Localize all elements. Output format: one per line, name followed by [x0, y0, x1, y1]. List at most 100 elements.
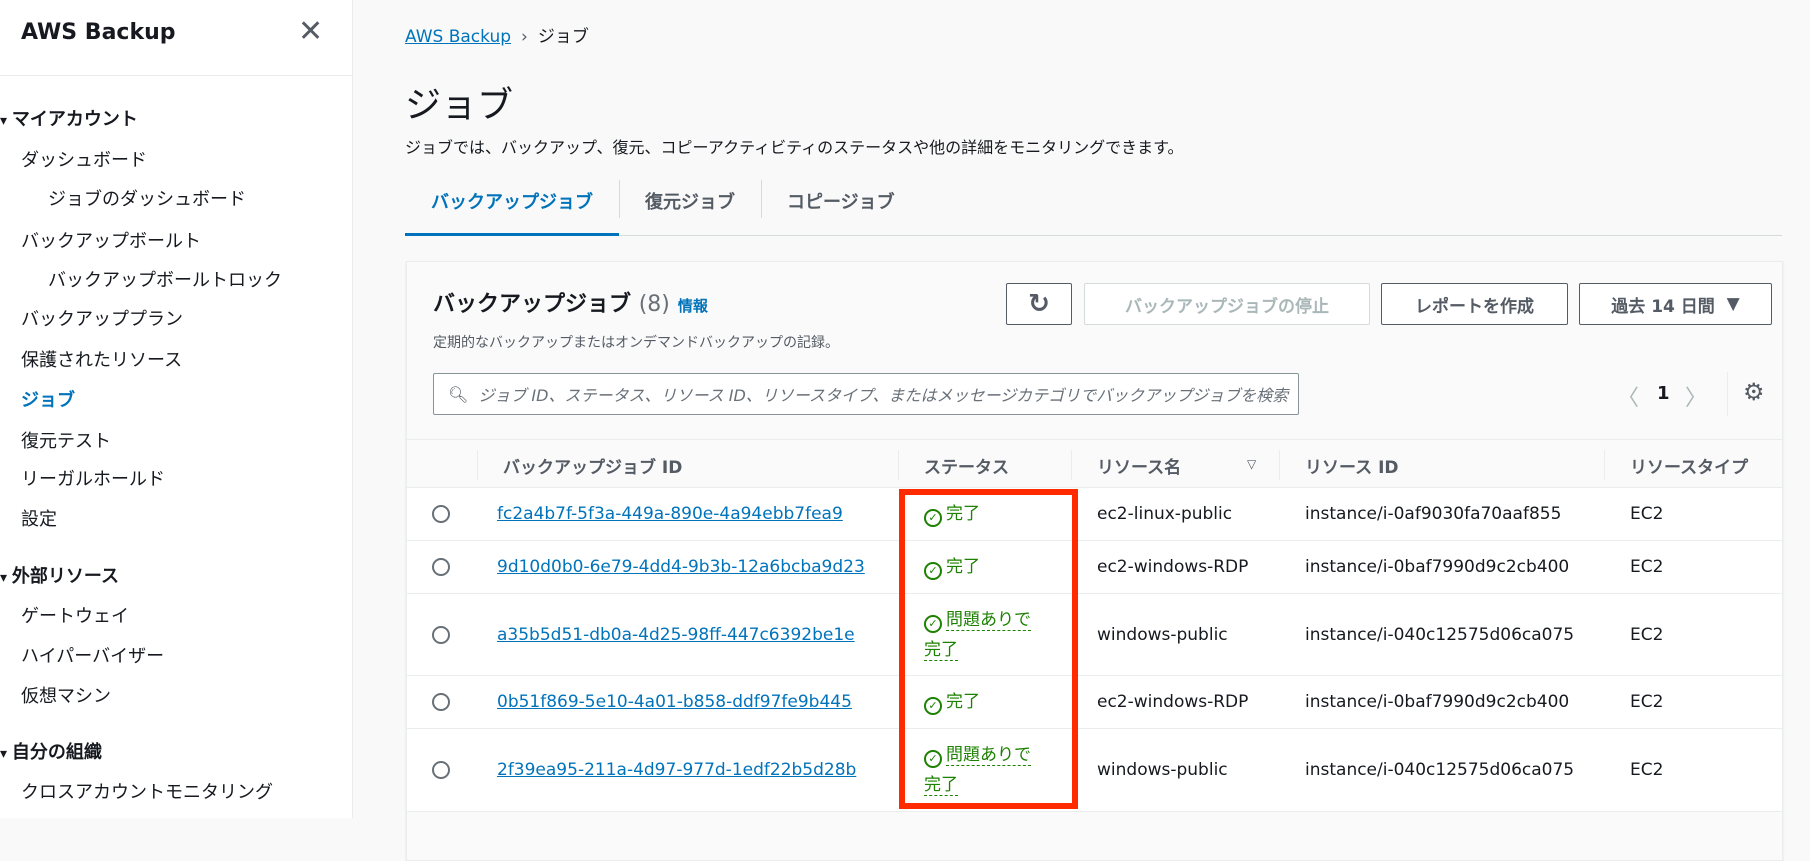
check-circle-icon: ✓ — [924, 750, 942, 768]
caret-down-icon: ▾ — [0, 746, 12, 763]
main-content: AWS Backup › ジョブ ジョブ ジョブでは、バックアップ、復元、コピーアク… — [353, 0, 1810, 861]
job-id-link[interactable]: a35b5d51-db0a-4d25-98ff-447c6392be1e — [497, 625, 855, 645]
column-header-resource-id[interactable]: リソース ID — [1305, 453, 1399, 478]
column-divider — [1071, 450, 1072, 480]
date-range-value: 過去 14 日間 — [1611, 296, 1715, 317]
sidebar-item-label: 自分の組織 — [11, 742, 102, 764]
sidebar-item-label: 設定 — [21, 508, 57, 530]
sidebar-item-label: 保護されたリソース — [21, 349, 183, 371]
job-id-link[interactable]: 0b51f869-5e10-4a01-b858-ddf97fe9b445 — [497, 692, 852, 712]
sidebar-item[interactable]: バックアッププラン — [21, 305, 183, 331]
caret-down-icon: ▾ — [0, 112, 12, 129]
resource-name: windows-public — [1097, 624, 1228, 645]
settings-gear-icon[interactable]: ⚙ — [1743, 378, 1765, 406]
sidebar-item[interactable]: バックアップボールト — [21, 227, 201, 253]
row-select-radio[interactable] — [432, 558, 450, 576]
sidebar-item-label: クロスアカウントモニタリング — [21, 782, 273, 804]
column-header-resource-name[interactable]: リソース名 — [1097, 453, 1181, 478]
table-row[interactable]: 2f39ea95-211a-4d97-977d-1edf22b5d28b ✓ 問題… — [407, 729, 1782, 812]
sidebar-section[interactable]: ▾ マイアカウント — [0, 105, 138, 131]
refresh-button[interactable]: ↻ — [1006, 283, 1072, 325]
sidebar-item-label: ハイパーバイザー — [21, 646, 165, 668]
sidebar-item[interactable]: 仮想マシン — [21, 682, 111, 708]
caret-down-icon: ▾ — [0, 569, 12, 586]
row-select-radio[interactable] — [432, 761, 450, 779]
resource-id: instance/i-0baf7990d9c2cb400 — [1305, 692, 1570, 712]
resource-name: ec2-windows-RDP — [1097, 692, 1249, 712]
next-page-icon[interactable]: 〉 — [1685, 380, 1707, 412]
resource-type: EC2 — [1630, 760, 1664, 780]
status-text: 完了 — [946, 504, 980, 524]
search-input[interactable]: 🔍︎ ジョブ ID、ステータス、リソース ID、リソースタイプ、またはメッセージカ… — [433, 373, 1299, 415]
sidebar-item[interactable]: ダッシュボード — [21, 146, 147, 172]
close-icon[interactable]: ✕ — [298, 14, 323, 49]
tab-restore-jobs[interactable]: 復元ジョブ — [619, 178, 761, 236]
create-report-button[interactable]: レポートを作成 — [1381, 283, 1568, 325]
column-header-status[interactable]: ステータス — [924, 453, 1009, 478]
breadcrumb: AWS Backup › ジョブ — [405, 22, 589, 47]
status-text: 完了 — [946, 692, 980, 712]
check-circle-icon: ✓ — [924, 614, 942, 633]
job-id-link[interactable]: 2f39ea95-211a-4d97-977d-1edf22b5d28b — [497, 760, 856, 780]
resource-type: EC2 — [1630, 504, 1664, 524]
sidebar-item[interactable]: クロスアカウントモニタリング — [21, 778, 273, 804]
sidebar-item[interactable]: ジョブのダッシュボード — [48, 185, 246, 211]
status-badge: ✓ 完了 — [924, 687, 1044, 717]
row-select-radio[interactable] — [432, 505, 450, 523]
sidebar-header: AWS Backup ✕ — [0, 0, 352, 76]
sidebar-section[interactable]: ▾ 自分の組織 — [0, 738, 102, 764]
column-divider — [898, 450, 899, 480]
status-badge[interactable]: ✓ 問題ありで完了 — [924, 740, 1044, 800]
sidebar-item[interactable]: 保護されたリソース — [21, 346, 182, 372]
sort-icon[interactable]: ▽ — [1247, 457, 1256, 471]
panel-description: 定期的なバックアップまたはオンデマンドバックアップの記録。 — [433, 335, 839, 351]
column-header-resource-type[interactable]: リソースタイプ — [1630, 453, 1748, 478]
sidebar-section[interactable]: ▾ 外部リソース — [0, 562, 119, 588]
resource-name: windows-public — [1097, 760, 1228, 780]
row-select-radio[interactable] — [432, 625, 450, 644]
check-circle-icon: ✓ — [924, 697, 942, 715]
previous-page-icon[interactable]: 〈 — [1617, 380, 1639, 412]
column-header-job-id[interactable]: バックアップジョブ ID — [503, 453, 682, 478]
resource-type: EC2 — [1630, 624, 1664, 645]
sidebar-item[interactable]: リーガルホールド — [21, 465, 165, 491]
resource-name: ec2-linux-public — [1097, 504, 1233, 524]
sidebar-item[interactable]: ハイパーバイザー — [21, 642, 164, 668]
sidebar-item[interactable]: 設定 — [21, 505, 57, 531]
breadcrumb-aws-backup[interactable]: AWS Backup — [405, 27, 511, 47]
resource-id: instance/i-0af9030fa70aaf855 — [1305, 504, 1562, 524]
breadcrumb-current: ジョブ — [537, 27, 589, 47]
job-id-link[interactable]: fc2a4b7f-5f3a-449a-890e-4a94ebb7fea9 — [497, 504, 843, 524]
table-row[interactable]: fc2a4b7f-5f3a-449a-890e-4a94ebb7fea9 ✓ 完了… — [407, 488, 1782, 541]
job-id-link[interactable]: 9d10d0b0-6e79-4dd4-9b3b-12a6bcba9d23 — [497, 557, 865, 577]
sidebar-item-label: バックアッププラン — [21, 309, 183, 331]
sidebar-item[interactable]: 復元テスト — [21, 427, 111, 453]
status-badge: ✓ 完了 — [924, 499, 1044, 529]
info-link[interactable]: 情報 — [678, 297, 708, 315]
resource-id: instance/i-0baf7990d9c2cb400 — [1305, 557, 1570, 577]
sidebar: AWS Backup ✕ ▾ マイアカウントダッシュボードジョブのダッシュボード… — [0, 0, 353, 818]
column-divider — [477, 450, 478, 480]
current-page[interactable]: 1 — [1657, 383, 1670, 404]
tab-copy-jobs[interactable]: コピージョブ — [761, 178, 921, 236]
status-badge: ✓ 完了 — [924, 552, 1044, 582]
table-row[interactable]: a35b5d51-db0a-4d25-98ff-447c6392be1e ✓ 問題… — [407, 594, 1782, 676]
tab-backup-jobs[interactable]: バックアップジョブ — [405, 178, 619, 236]
date-range-select[interactable]: 過去 14 日間 ▼ — [1579, 283, 1772, 325]
page-description: ジョブでは、バックアップ、復元、コピーアクティビティのステータスや他の詳細をモニ… — [405, 138, 1184, 157]
sidebar-title: AWS Backup — [21, 20, 176, 45]
sidebar-item-label: 仮想マシン — [21, 685, 111, 707]
stop-backup-job-button[interactable]: バックアップジョブの停止 — [1084, 283, 1370, 325]
table-row[interactable]: 0b51f869-5e10-4a01-b858-ddf97fe9b445 ✓ 完了… — [407, 676, 1782, 729]
search-icon: 🔍︎ — [448, 384, 469, 404]
row-select-radio[interactable] — [432, 693, 450, 711]
sidebar-item-label: マイアカウント — [11, 108, 138, 130]
sidebar-item-label: ゲートウェイ — [21, 605, 129, 627]
sidebar-item[interactable]: バックアップボールトロック — [48, 266, 282, 292]
sidebar-item[interactable]: ジョブ — [21, 386, 75, 412]
check-circle-icon: ✓ — [924, 509, 942, 527]
resource-name: ec2-windows-RDP — [1097, 557, 1249, 577]
status-badge[interactable]: ✓ 問題ありで完了 — [924, 605, 1044, 665]
sidebar-item[interactable]: ゲートウェイ — [21, 602, 129, 628]
table-row[interactable]: 9d10d0b0-6e79-4dd4-9b3b-12a6bcba9d23 ✓ 完了… — [407, 541, 1782, 594]
